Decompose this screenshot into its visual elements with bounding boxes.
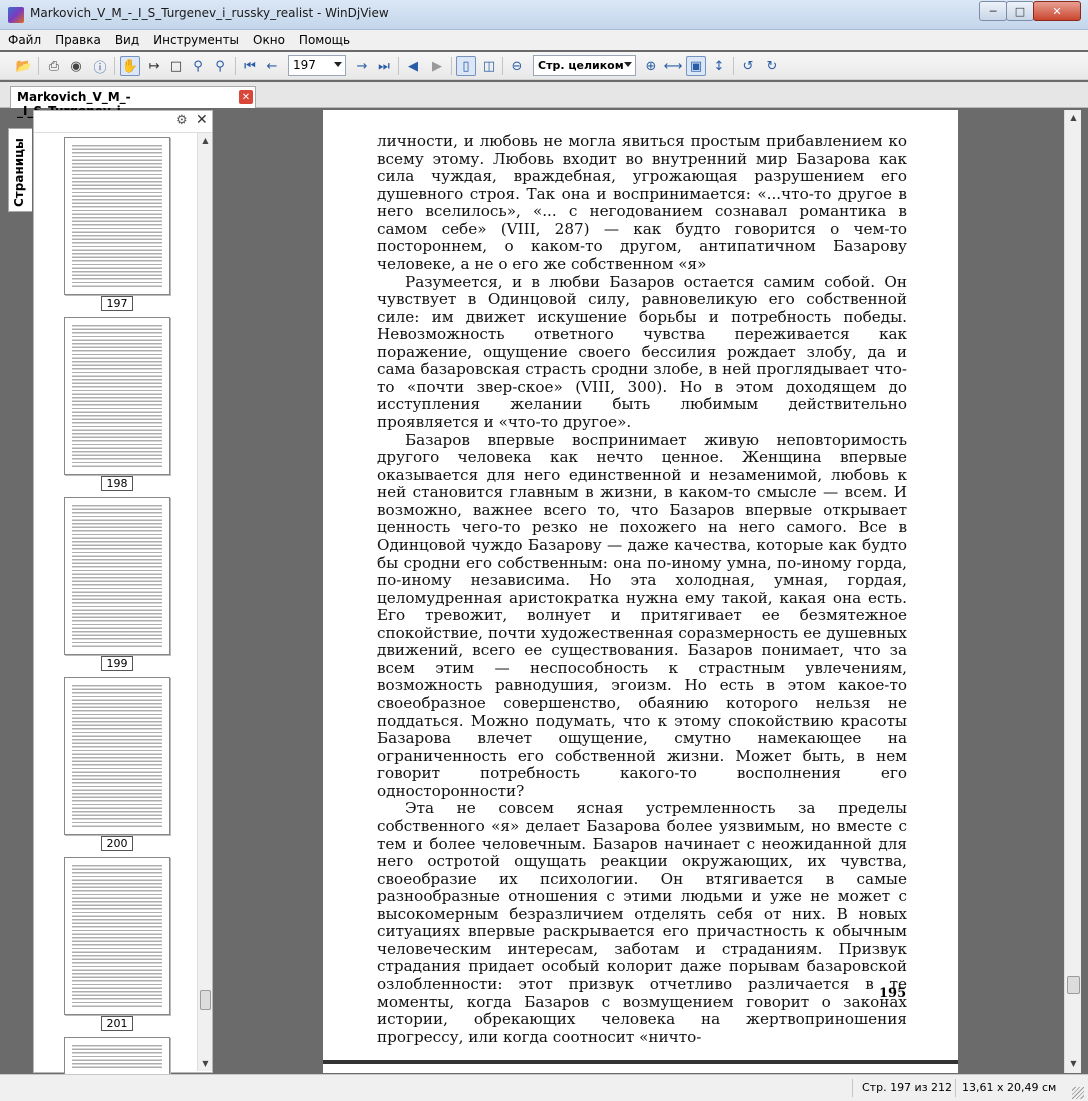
prev-page-icon[interactable]: ← xyxy=(262,56,282,76)
tab-strip: Markovich_V_M_-_I_S_Turgenev_i_... ✕ xyxy=(0,82,1088,118)
thumbnail-label: 197 xyxy=(101,296,133,311)
info-icon[interactable]: ⓘ xyxy=(90,56,110,76)
paragraph: Эта не совсем ясная устремленность за пр… xyxy=(377,799,907,1046)
scroll-up-icon[interactable]: ▲ xyxy=(1068,112,1079,123)
title-bar: Markovich_V_M_-_I_S_Turgenev_i_russky_re… xyxy=(0,0,1088,30)
scrollbar-thumb[interactable] xyxy=(200,990,211,1010)
thumbnail-label: 201 xyxy=(101,1016,133,1031)
select-text-icon[interactable]: ↦ xyxy=(144,56,164,76)
scroll-down-icon[interactable]: ▼ xyxy=(1068,1058,1079,1069)
maximize-button[interactable]: □ xyxy=(1006,1,1034,21)
scrollbar-thumb[interactable] xyxy=(1067,976,1080,994)
resize-grip-icon[interactable] xyxy=(1072,1087,1084,1099)
rotate-right-icon[interactable]: ↻ xyxy=(762,56,782,76)
thumbnail-label: 199 xyxy=(101,656,133,671)
pages-panel-tab-label: Страницы xyxy=(12,138,26,207)
paragraph: личности, и любовь не могла явиться прос… xyxy=(377,132,907,273)
close-window-button[interactable]: ✕ xyxy=(1033,1,1081,21)
document-scrollbar[interactable]: ▲ ▼ xyxy=(1064,110,1081,1073)
zoom-value: Стр. целиком xyxy=(538,59,624,72)
status-page-info: Стр. 197 из 212 xyxy=(862,1081,953,1094)
scroll-down-icon[interactable]: ▼ xyxy=(200,1058,211,1069)
back-icon[interactable]: ◀ xyxy=(403,56,423,76)
close-panel-icon[interactable]: ✕ xyxy=(196,112,208,128)
open-folder-icon[interactable]: 📂 xyxy=(14,56,34,76)
scroll-up-icon[interactable]: ▲ xyxy=(200,135,211,146)
menu-edit[interactable]: Правка xyxy=(55,33,101,47)
paragraph: Базаров впервые воспринимает живую непов… xyxy=(377,430,907,800)
page-thumbnail[interactable] xyxy=(64,677,170,835)
first-page-icon[interactable]: ⏮ xyxy=(240,56,260,76)
forward-icon[interactable]: ▶ xyxy=(427,56,447,76)
page-thumbnail[interactable] xyxy=(64,857,170,1015)
zoom-in-icon[interactable]: ⊕ xyxy=(641,56,661,76)
menu-view[interactable]: Вид xyxy=(115,33,139,47)
paragraph: Разумеется, и в любви Базаров остается с… xyxy=(377,272,907,431)
fit-page-icon[interactable]: ▣ xyxy=(686,56,706,76)
menu-tools[interactable]: Инструменты xyxy=(153,33,239,47)
minimize-button[interactable]: ─ xyxy=(979,1,1007,21)
select-rect-icon[interactable]: □ xyxy=(166,56,186,76)
document-page: личности, и любовь не могла явиться прос… xyxy=(323,110,958,1060)
page-number-value: 197 xyxy=(293,58,316,72)
window-title: Markovich_V_M_-_I_S_Turgenev_i_russky_re… xyxy=(30,6,389,20)
page-text: личности, и любовь не могла явиться прос… xyxy=(377,132,907,1046)
zoom-out-icon[interactable]: ⊖ xyxy=(507,56,527,76)
facing-pages-icon[interactable]: ◫ xyxy=(479,56,499,76)
page-thumbnail[interactable] xyxy=(64,137,170,295)
gear-icon[interactable]: ⚙ xyxy=(176,113,188,128)
document-tab[interactable]: Markovich_V_M_-_I_S_Turgenev_i_... ✕ xyxy=(10,86,256,118)
thumbnail-label: 200 xyxy=(101,836,133,851)
rotate-left-icon[interactable]: ↺ xyxy=(738,56,758,76)
zoom-rect-icon[interactable]: ⚲ xyxy=(188,56,208,76)
status-bar: Стр. 197 из 212 13,61 x 20,49 см xyxy=(0,1074,1088,1101)
magnify-icon[interactable]: ⚲ xyxy=(210,56,230,76)
page-thumbnail[interactable] xyxy=(64,1037,170,1077)
next-page-edge xyxy=(323,1060,958,1073)
menu-window[interactable]: Окно xyxy=(253,33,285,47)
last-page-icon[interactable]: ⏭ xyxy=(374,56,394,76)
pages-panel-tab[interactable]: Страницы xyxy=(8,128,32,212)
thumbnail-label: 198 xyxy=(101,476,133,491)
menu-file[interactable]: Файл xyxy=(8,33,41,47)
menu-bar: Файл Правка Вид Инструменты Окно Помощь xyxy=(0,30,1088,50)
page-thumbnail[interactable] xyxy=(64,317,170,475)
thumbnails-panel: ⚙ ✕ 197 198 199 200 201 xyxy=(33,110,213,1077)
menu-help[interactable]: Помощь xyxy=(299,33,350,47)
next-page-icon[interactable]: → xyxy=(352,56,372,76)
print-icon[interactable]: ⎙ xyxy=(44,56,64,76)
sidebar-scrollbar[interactable]: ▲ ▼ xyxy=(197,133,212,1071)
page-number-combo[interactable]: 197 xyxy=(288,55,346,76)
app-icon xyxy=(8,7,24,23)
fit-width-icon[interactable]: ⟷ xyxy=(663,56,683,76)
document-view[interactable]: личности, и любовь не могла явиться прос… xyxy=(218,110,1064,1073)
page-thumbnail[interactable] xyxy=(64,497,170,655)
actual-size-icon[interactable]: ↕ xyxy=(709,56,729,76)
status-page-size: 13,61 x 20,49 см xyxy=(962,1081,1057,1094)
single-page-icon[interactable]: ▯ xyxy=(456,56,476,76)
chevron-down-icon xyxy=(334,62,342,67)
chevron-down-icon xyxy=(624,62,632,67)
page-number: 195 xyxy=(879,986,907,1001)
panel-header: ⚙ ✕ xyxy=(34,111,212,133)
zoom-combo[interactable]: Стр. целиком xyxy=(533,55,636,76)
find-icon[interactable]: ◉ xyxy=(66,56,86,76)
close-tab-icon[interactable]: ✕ xyxy=(239,90,253,104)
hand-tool-icon[interactable]: ✋ xyxy=(120,56,140,76)
